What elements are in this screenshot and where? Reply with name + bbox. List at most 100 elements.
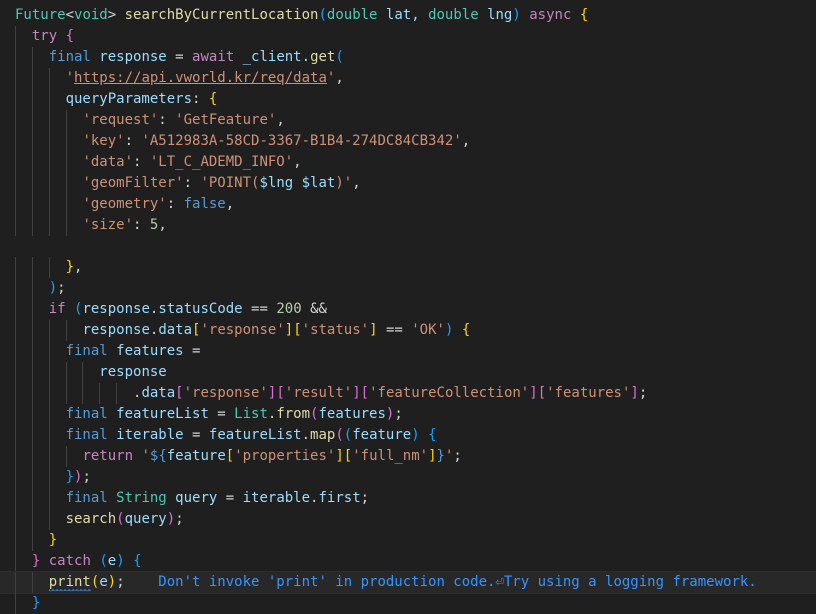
code-line[interactable]: final response = await _client.get( <box>0 47 816 68</box>
indent-guide <box>48 467 50 488</box>
code-line[interactable]: 'data': 'LT_C_ADEMD_INFO', <box>0 152 816 173</box>
code-token: [ <box>225 448 235 464</box>
indent-guide <box>15 68 16 89</box>
code-line[interactable]: final String query = iterable.first; <box>0 488 816 509</box>
code-text: 'size': 5, <box>82 215 166 236</box>
indent-guide <box>48 320 50 341</box>
code-line[interactable]: if (response.statusCode == 200 && <box>0 299 816 320</box>
code-token: map <box>310 427 336 443</box>
code-token: ' <box>65 70 75 86</box>
code-token: Future <box>15 7 66 23</box>
code-token: } <box>65 469 75 485</box>
code-token: } <box>436 448 445 464</box>
code-line[interactable]: response <box>0 362 816 383</box>
code-line[interactable]: } <box>0 593 816 614</box>
code-token: == <box>242 301 277 317</box>
code-token: iterable <box>116 427 184 443</box>
info-squiggle[interactable] <box>48 589 91 592</box>
code-token: ( <box>116 511 125 527</box>
code-editor[interactable]: Future<void> searchByCurrentLocation(dou… <box>0 0 816 614</box>
indent-guide <box>15 572 16 593</box>
code-token: ; <box>57 280 66 296</box>
code-line[interactable]: final features = <box>0 341 816 362</box>
indent-guide <box>82 362 84 383</box>
indent-guide <box>48 215 50 236</box>
code-token: } <box>65 259 75 275</box>
code-token: featureList <box>208 427 302 443</box>
code-token: . <box>301 427 311 443</box>
code-line[interactable]: 'key': 'A512983A-58CD-3367-B1B4-274DC84C… <box>0 131 816 152</box>
code-token: ( <box>343 427 353 443</box>
code-token: if <box>48 301 75 317</box>
code-token: 'geometry' <box>82 196 167 212</box>
code-token: 'response' <box>183 385 268 401</box>
code-token: ; <box>175 511 184 527</box>
code-line[interactable]: .data['response']['result']['featureColl… <box>0 383 816 404</box>
code-text: } <box>32 593 40 614</box>
code-token: , <box>74 259 83 275</box>
code-line[interactable]: } catch (e) { <box>0 551 816 572</box>
code-line[interactable]: final featureList = List.from(features); <box>0 404 816 425</box>
code-text: final iterable = featureList.map((featur… <box>66 425 437 446</box>
indent-guide <box>15 551 16 572</box>
code-line[interactable]: 'request': 'GetFeature', <box>0 110 816 131</box>
code-line[interactable]: search(query); <box>0 509 816 530</box>
indent-guide <box>15 47 16 68</box>
code-token: } <box>31 595 41 611</box>
code-token: lat, <box>377 7 429 23</box>
indent-guide <box>65 320 67 341</box>
indent-guide <box>15 383 16 404</box>
code-line[interactable]: queryParameters: { <box>0 89 816 110</box>
indent-guide <box>65 383 67 404</box>
code-token: ] <box>428 448 437 464</box>
code-line[interactable]: response.data['response']['status'] == '… <box>0 320 816 341</box>
code-token: ( <box>335 49 344 65</box>
code-line[interactable]: ); <box>0 278 816 299</box>
code-line[interactable]: 'size': 5, <box>0 215 816 236</box>
code-token: final <box>65 490 117 506</box>
code-text: 'geometry': false, <box>82 194 234 215</box>
code-token: , <box>461 133 471 149</box>
code-line[interactable]: final iterable = featureList.map((featur… <box>0 425 816 446</box>
code-line[interactable]: return '${feature['properties']['full_nm… <box>0 446 816 467</box>
code-token: void <box>74 7 108 23</box>
indent-guide <box>48 68 50 89</box>
code-token: : <box>133 217 150 233</box>
code-token: [ <box>360 385 370 401</box>
code-token: response <box>82 322 150 338</box>
code-line[interactable]: }); <box>0 467 816 488</box>
code-line[interactable]: 'geomFilter': 'POINT($lng $lat)', <box>0 173 816 194</box>
indent-guide <box>15 299 16 320</box>
code-token: await <box>192 49 243 65</box>
code-line[interactable]: try { <box>0 26 816 47</box>
indent-guide <box>48 446 50 467</box>
code-line[interactable]: } <box>0 530 816 551</box>
indent-guide <box>31 320 33 341</box>
code-token: ] <box>369 322 378 338</box>
code-text: ); <box>49 278 66 299</box>
code-token: 'full_nm' <box>352 448 429 464</box>
inline-diagnostic-message[interactable]: Don't invoke 'print' in production code.… <box>158 572 756 593</box>
indent-guide <box>48 488 50 509</box>
code-line[interactable]: print(e); Don't invoke 'print' in product… <box>0 571 816 594</box>
code-token: { <box>208 91 218 107</box>
code-token: : <box>158 112 176 128</box>
code-line[interactable] <box>0 236 816 257</box>
code-line[interactable]: }, <box>0 257 816 278</box>
code-line[interactable]: 'geometry': false, <box>0 194 816 215</box>
code-token: . <box>301 49 311 65</box>
code-token: first <box>318 490 361 506</box>
code-line[interactable]: Future<void> searchByCurrentLocation(dou… <box>0 5 816 26</box>
code-token: { <box>133 553 142 569</box>
indent-guide <box>116 383 118 404</box>
code-text: if (response.statusCode == 200 && <box>49 299 327 320</box>
code-token: , <box>225 196 235 212</box>
code-token: get <box>310 49 336 65</box>
code-line[interactable]: 'https://api.vworld.kr/req/data', <box>0 68 816 89</box>
code-token: ) <box>116 553 125 569</box>
indent-guide <box>48 152 50 173</box>
code-token: : <box>133 154 150 170</box>
code-token: 200 <box>276 301 302 317</box>
code-token: { <box>65 28 75 44</box>
